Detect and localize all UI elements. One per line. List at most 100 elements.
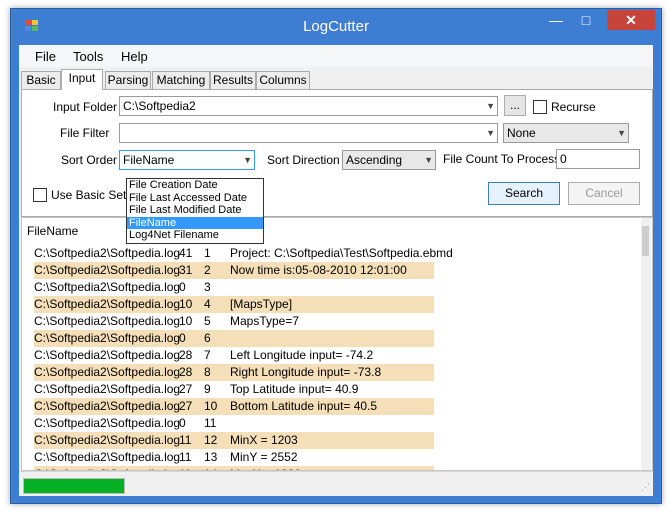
cell-text: MapsType=7 [230,314,300,328]
cell-length: 10 [179,297,193,311]
tab-input[interactable]: Input [61,69,103,90]
chevron-down-icon[interactable]: ▼ [486,124,495,142]
cell-filename: C:\Softpedia2\Softpedia.log [34,450,181,464]
tab-basic[interactable]: Basic [21,71,61,89]
cell-length: 0 [179,280,186,294]
sort-order-select[interactable]: FileName ▼ [119,150,255,170]
cell-text: Now time is:05-08-2010 12:01:00 [230,263,407,277]
cell-filename: C:\Softpedia2\Softpedia.log [34,246,181,260]
cell-text: Bottom Latitude input= 40.5 [230,399,378,413]
input-folder-combo[interactable]: C:\Softpedia2 ▼ [119,96,498,116]
close-button[interactable]: ✕ [607,10,655,30]
table-row[interactable]: C:\Softpedia2\Softpedia.log 28 8 Right Long… [34,364,434,381]
cell-filename: C:\Softpedia2\Softpedia.log [34,331,181,345]
use-basic-checkbox[interactable] [33,188,47,202]
use-basic-label: Use Basic Set [51,188,127,202]
menu-tools[interactable]: Tools [73,49,103,64]
tab-matching[interactable]: Matching [152,71,210,89]
sort-option-log4net[interactable]: Log4Net Filename [127,229,263,242]
table-row[interactable]: C:\Softpedia2\Softpedia.log 0 6 [34,330,434,347]
cell-length: 28 [179,348,193,362]
chevron-down-icon[interactable]: ▼ [617,124,626,142]
input-folder-label: Input Folder [53,100,118,114]
cell-line-number: 1 [204,246,211,260]
cell-line-number: 6 [204,331,211,345]
chevron-down-icon[interactable]: ▼ [486,97,495,115]
minimize-button[interactable]: — [543,10,569,30]
cell-line-number: 9 [204,382,211,396]
cancel-button[interactable]: Cancel [568,182,640,205]
cell-length: 28 [179,365,193,379]
chevron-down-icon[interactable]: ▼ [424,151,433,169]
column-header-filename[interactable]: FileName [27,224,78,238]
table-row[interactable]: C:\Softpedia2\Softpedia.log 10 5 MapsType=7 [34,313,434,330]
table-row[interactable]: C:\Softpedia2\Softpedia.log 28 7 Left Longi… [34,347,434,364]
status-bar: ⋰ [19,471,653,496]
tab-columns[interactable]: Columns [256,71,310,89]
table-row[interactable]: C:\Softpedia2\Softpedia.log 41 1 Project: C… [34,245,453,262]
cell-text: MinY = 2552 [230,450,298,464]
cell-line-number: 11 [204,416,217,430]
cell-line-number: 13 [204,450,218,464]
table-row[interactable]: C:\Softpedia2\Softpedia.log 27 10 Bottom La… [34,398,434,415]
sort-direction-select[interactable]: Ascending ▼ [342,150,436,170]
cell-length: 0 [179,331,186,345]
cell-text: Top Latitude input= 40.9 [230,382,359,396]
cell-filename: C:\Softpedia2\Softpedia.log [34,348,181,362]
results-grid[interactable]: FileName C:\Softpedia2\Softpedia.log 41 1 P… [21,217,653,471]
browse-button[interactable]: ... [504,95,526,116]
sort-option-last-accessed[interactable]: File Last Accessed Date [127,192,263,205]
table-row[interactable]: C:\Softpedia2\Softpedia.log 10 4 [MapsType] [34,296,434,313]
cell-filename: C:\Softpedia2\Softpedia.log [34,399,181,413]
cell-length: 10 [179,314,193,328]
maximize-button[interactable]: □ [573,10,599,30]
chevron-down-icon[interactable]: ▼ [243,151,252,169]
cell-line-number: 5 [204,314,211,328]
table-row[interactable]: C:\Softpedia2\Softpedia.log 11 12 MinX = 12… [34,432,434,449]
title-bar[interactable]: LogCutter — □ ✕ [11,9,661,45]
recurse-checkbox[interactable] [533,100,547,114]
file-count-label: File Count To Process [443,152,561,166]
menu-file[interactable]: File [35,49,56,64]
cell-length: 27 [179,399,193,413]
tab-results[interactable]: Results [210,71,256,89]
cell-filename: C:\Softpedia2\Softpedia.log [34,280,181,294]
sort-order-label: Sort Order [61,153,118,167]
menu-help[interactable]: Help [121,49,148,64]
file-filter-combo[interactable]: ▼ [119,123,498,143]
file-filter-mode-value: None [507,126,536,140]
cell-line-number: 8 [204,365,211,379]
file-count-input[interactable]: 0 [556,149,640,169]
cell-line-number: 4 [204,297,211,311]
cell-length: 27 [179,382,193,396]
progress-bar [23,478,125,494]
sort-option-filename[interactable]: FileName [127,216,263,229]
sort-direction-value: Ascending [346,153,403,167]
cell-filename: C:\Softpedia2\Softpedia.log [34,382,181,396]
table-row[interactable]: C:\Softpedia2\Softpedia.log 0 3 [34,279,434,296]
cell-length: 0 [179,416,186,430]
table-row[interactable]: C:\Softpedia2\Softpedia.log 31 2 Now time i… [34,262,434,279]
table-row[interactable]: C:\Softpedia2\Softpedia.log 27 9 Top Latitu… [34,381,434,398]
table-row[interactable]: C:\Softpedia2\Softpedia.log 0 11 [34,415,434,432]
file-filter-mode-select[interactable]: None ▼ [503,123,629,143]
sort-option-creation-date[interactable]: File Creation Date [127,179,263,192]
cell-text: [MapsType] [230,297,293,311]
vertical-scrollbar[interactable] [641,218,651,470]
cell-text: MinX = 1203 [230,433,298,447]
client-area: File Tools Help Basic Input Parsing Matc… [19,45,653,496]
resize-grip-icon[interactable]: ⋰ [641,482,650,493]
search-button[interactable]: Search [488,182,560,205]
table-row[interactable]: C:\Softpedia2\Softpedia.log 11 13 MinY = 25… [34,449,434,466]
cell-filename: C:\Softpedia2\Softpedia.log [34,297,181,311]
tab-parsing[interactable]: Parsing [105,71,151,89]
cell-length: 11 [179,433,192,447]
cell-filename: C:\Softpedia2\Softpedia.log [34,416,181,430]
sort-option-last-modified[interactable]: File Last Modified Date [127,204,263,217]
cell-text: Right Longitude input= -73.8 [230,365,382,379]
cell-length: 11 [179,450,192,464]
recurse-label: Recurse [551,100,596,114]
scrollbar-thumb[interactable] [642,226,649,256]
cell-filename: C:\Softpedia2\Softpedia.log [34,314,181,328]
cell-line-number: 3 [204,280,211,294]
